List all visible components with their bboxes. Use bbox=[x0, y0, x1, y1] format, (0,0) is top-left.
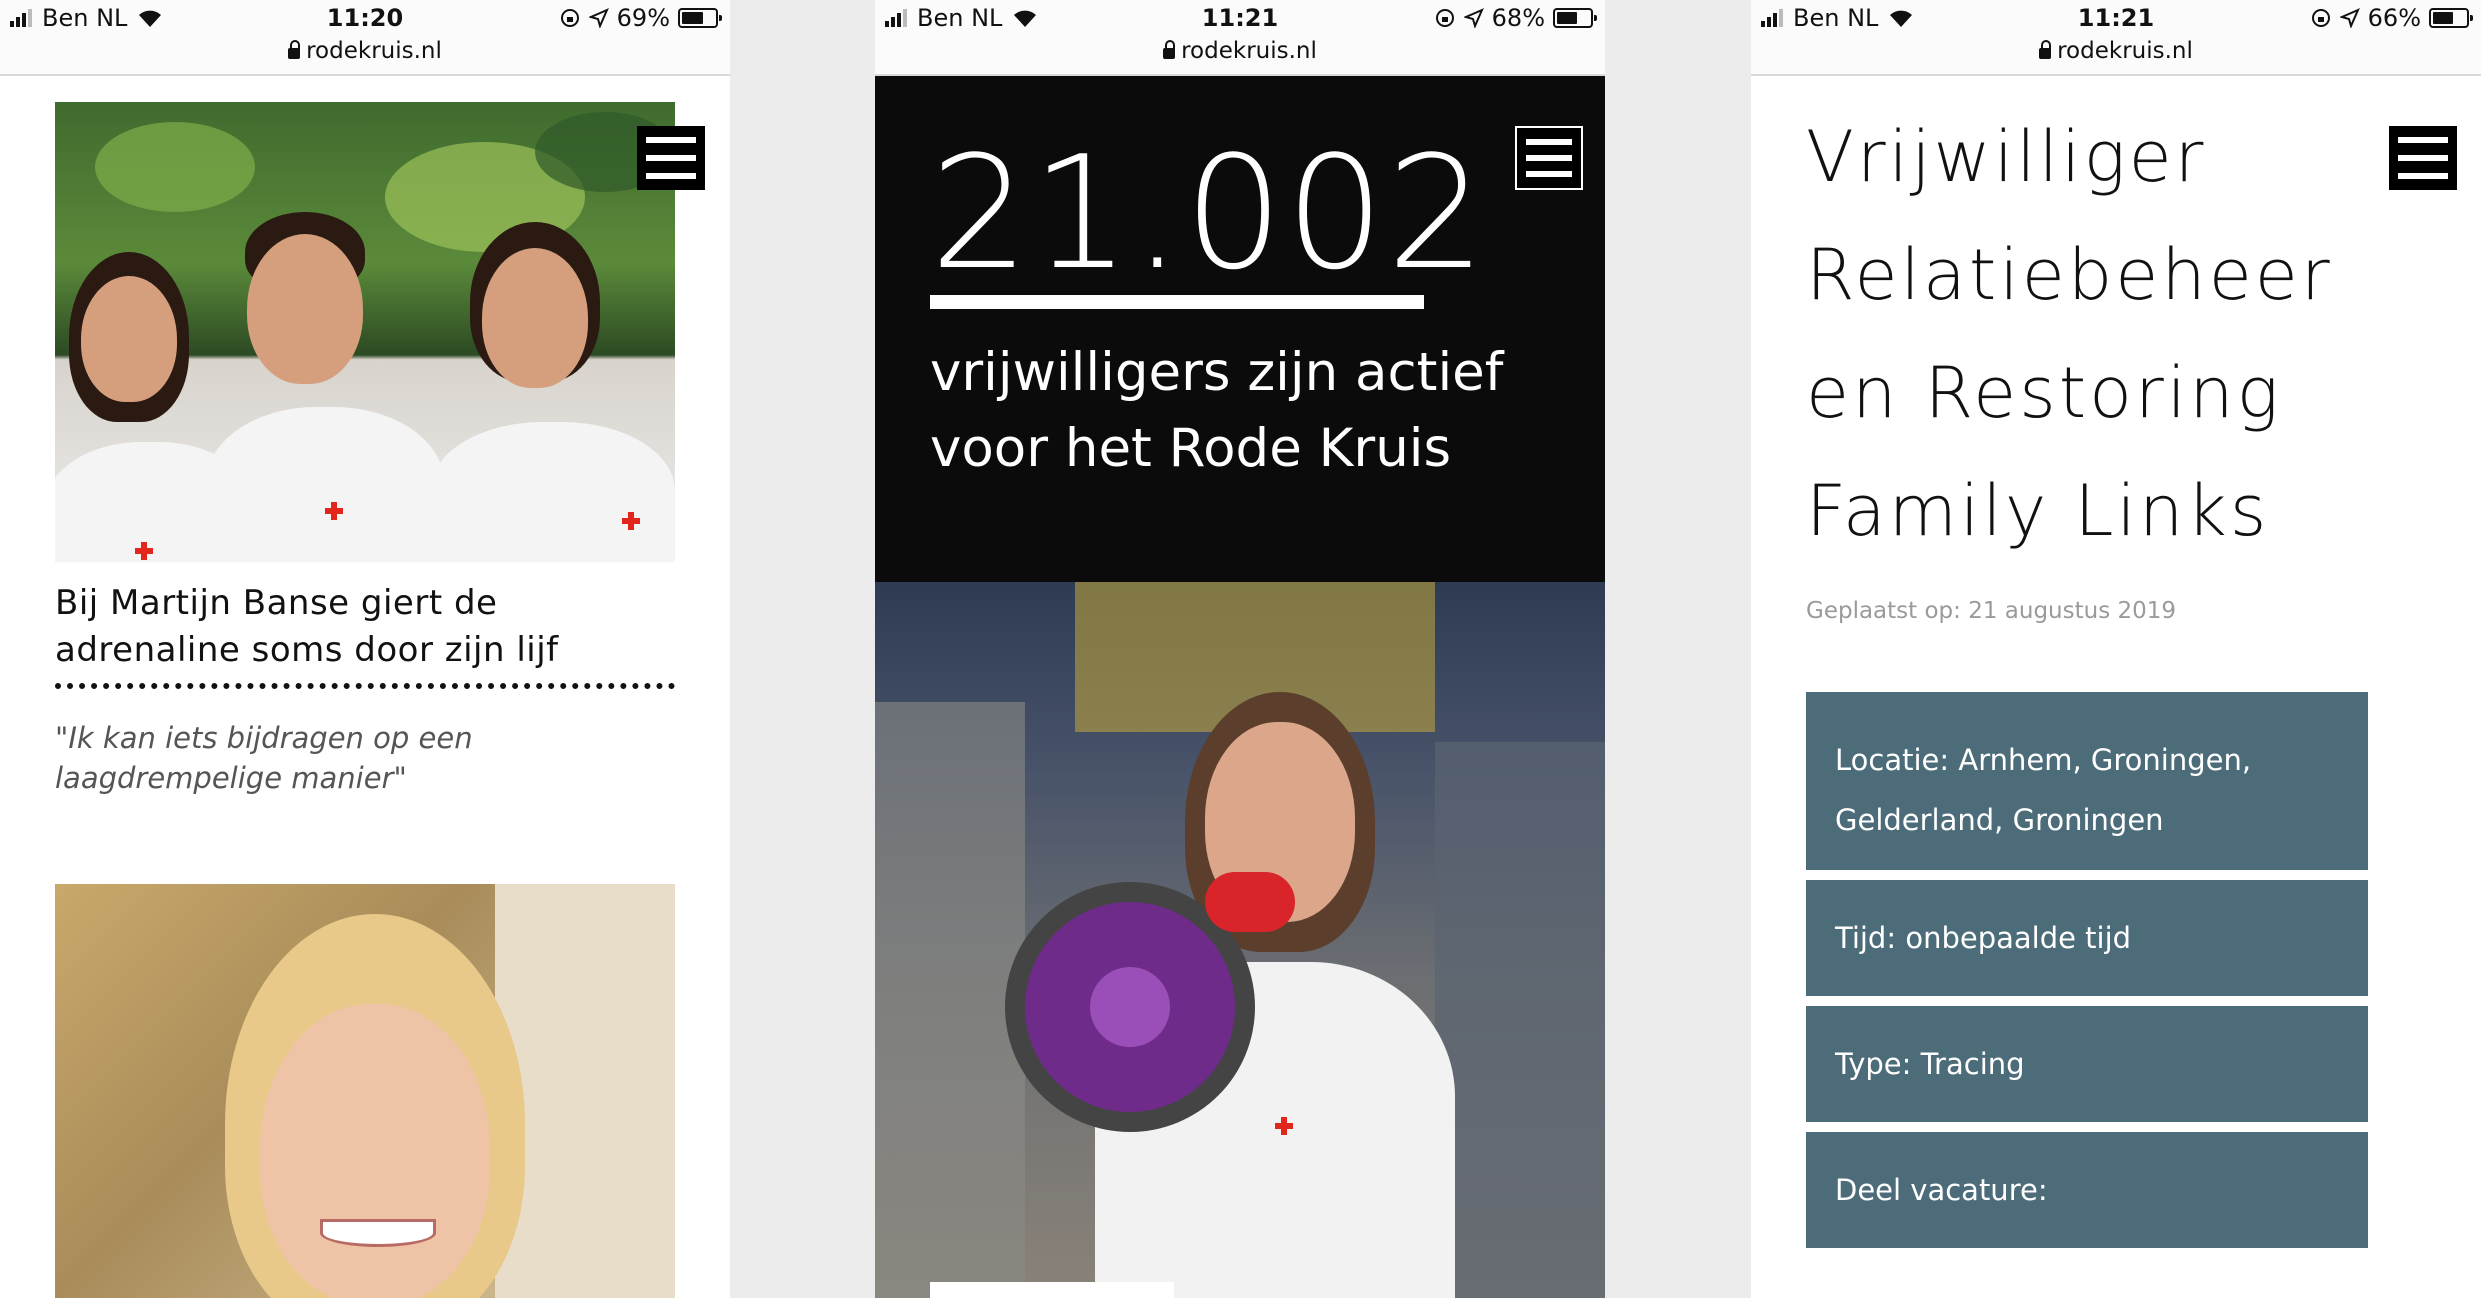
rotation-lock-icon bbox=[1435, 9, 1454, 27]
article-photo-woman[interactable] bbox=[55, 884, 675, 1298]
posted-date: Geplaatst op: 21 augustus 2019 bbox=[1806, 598, 2177, 624]
article-photo-volunteers[interactable] bbox=[55, 102, 675, 562]
hamburger-menu-icon[interactable] bbox=[2389, 126, 2457, 190]
share-vacancy-label: Deel vacature: bbox=[1835, 1173, 2048, 1207]
job-location-line-2: Gelderland, Groningen bbox=[1835, 803, 2164, 837]
job-time: Tijd: onbepaalde tijd bbox=[1835, 921, 2132, 955]
battery-percent: 69% bbox=[616, 4, 670, 32]
job-time-panel: Tijd: onbepaalde tijd bbox=[1806, 880, 2368, 996]
screen-job-vacancy: Ben NL 11:21 66% rodekruis.nl Vrijwillig… bbox=[1751, 0, 2481, 1298]
address-bar[interactable]: rodekruis.nl bbox=[875, 38, 1605, 64]
job-type: Type: Tracing bbox=[1835, 1047, 2025, 1081]
url-text: rodekruis.nl bbox=[2057, 38, 2193, 64]
battery-icon bbox=[1553, 8, 1597, 28]
url-text: rodekruis.nl bbox=[1181, 38, 1317, 64]
location-arrow-icon bbox=[1463, 8, 1484, 28]
dotted-divider bbox=[55, 683, 675, 689]
job-location-line-1: Locatie: Arnhem, Groningen, bbox=[1835, 743, 2252, 777]
location-arrow-icon bbox=[2339, 8, 2360, 28]
address-bar[interactable]: rodekruis.nl bbox=[0, 38, 730, 64]
rotation-lock-icon bbox=[560, 9, 579, 27]
browser-status-bar: Ben NL 11:20 69% rodekruis.nl bbox=[0, 0, 730, 76]
volunteer-count: 21.002 bbox=[930, 122, 1488, 304]
rotation-lock-icon bbox=[2311, 9, 2330, 27]
lock-icon bbox=[2039, 40, 2052, 59]
share-vacancy-panel[interactable]: Deel vacature: bbox=[1806, 1132, 2368, 1248]
lock-icon bbox=[288, 40, 301, 59]
browser-status-bar: Ben NL 11:21 66% rodekruis.nl bbox=[1751, 0, 2481, 76]
address-bar[interactable]: rodekruis.nl bbox=[1751, 38, 2481, 64]
volunteer-count-caption: vrijwilligers zijn actief voor het Rode … bbox=[930, 342, 1504, 479]
url-text: rodekruis.nl bbox=[306, 38, 442, 64]
number-underline bbox=[930, 295, 1424, 309]
battery-percent: 68% bbox=[1491, 4, 1545, 32]
hamburger-menu-icon[interactable] bbox=[637, 126, 705, 190]
job-type-panel: Type: Tracing bbox=[1806, 1006, 2368, 1122]
job-location-panel: Locatie: Arnhem, Groningen, Gelderland, … bbox=[1806, 692, 2368, 870]
article-title-link[interactable]: Bij Martijn Banse giert de adrenaline so… bbox=[55, 580, 675, 674]
battery-icon bbox=[2429, 8, 2473, 28]
content-card-edge bbox=[930, 1282, 1174, 1298]
browser-status-bar: Ben NL 11:21 68% rodekruis.nl bbox=[875, 0, 1605, 76]
hamburger-menu-icon[interactable] bbox=[1515, 126, 1583, 190]
lock-icon bbox=[1163, 40, 1176, 59]
screen-volunteer-stat: Ben NL 11:21 68% rodekruis.nl 21.002 vri… bbox=[875, 0, 1605, 1298]
photo-volunteer-megaphone[interactable] bbox=[875, 582, 1605, 1298]
battery-percent: 66% bbox=[2367, 4, 2421, 32]
job-title: Vrijwilliger Relatiebeheer en Restoring … bbox=[1806, 116, 2333, 552]
article-quote: "Ik kan iets bijdragen op een laagdrempe… bbox=[55, 721, 473, 795]
screen-article-list: Ben NL 11:20 69% rodekruis.nl Bij Martij… bbox=[0, 0, 730, 1298]
location-arrow-icon bbox=[588, 8, 609, 28]
battery-icon bbox=[678, 8, 722, 28]
